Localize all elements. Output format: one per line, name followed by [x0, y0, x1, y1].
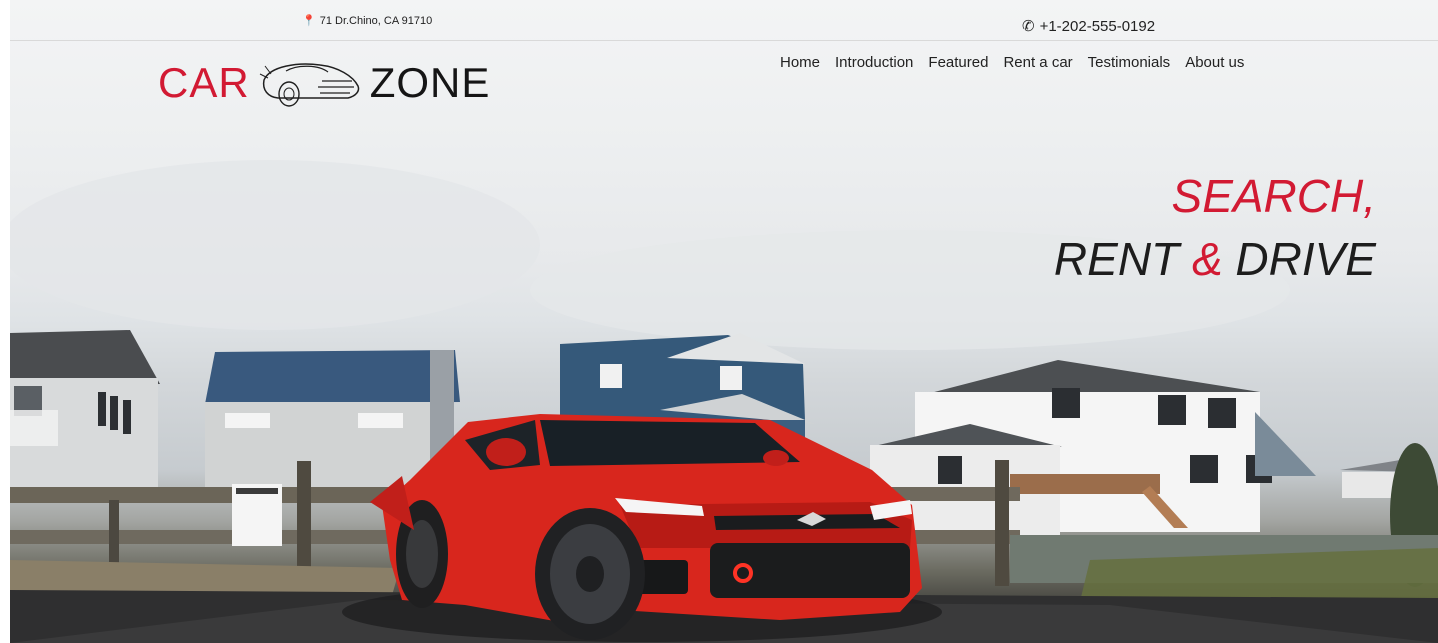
nav-item-rent-a-car[interactable]: Rent a car — [1003, 54, 1072, 71]
brand-word-zone: ZONE — [369, 59, 491, 106]
phone-text[interactable]: +1-202-555-0192 — [1040, 18, 1156, 35]
hero-ampersand: & — [1191, 233, 1223, 285]
nav-item-featured[interactable]: Featured — [928, 54, 988, 71]
top-info-bar: 📍 71 Dr.Chino, CA 91710 ✆ +1-202-555-0192 — [10, 0, 1438, 41]
address-block: 📍 71 Dr.Chino, CA 91710 — [302, 14, 432, 27]
nav-item-home[interactable]: Home — [780, 54, 820, 71]
phone-block[interactable]: ✆ +1-202-555-0192 — [1022, 17, 1155, 35]
nav-item-testimonials[interactable]: Testimonials — [1088, 54, 1171, 71]
main-navigation: Home Introduction Featured Rent a car Te… — [780, 54, 1244, 71]
hero-word-drive: DRIVE — [1235, 233, 1376, 285]
brand-logo[interactable]: CAR ZONE — [158, 56, 490, 110]
map-pin-icon: 📍 — [302, 15, 316, 27]
hero-line-search: SEARCH, — [1171, 170, 1376, 222]
nav-item-introduction[interactable]: Introduction — [835, 54, 913, 71]
hero-line-rent-drive: RENT & DRIVE — [1054, 228, 1376, 291]
page-frame: 📍 71 Dr.Chino, CA 91710 ✆ +1-202-555-0192 … — [10, 0, 1438, 643]
nav-item-about-us[interactable]: About us — [1185, 54, 1244, 71]
hero-heading: SEARCH, RENT & DRIVE — [1054, 165, 1376, 291]
car-outline-logo-icon — [259, 63, 359, 107]
hero-word-rent: RENT — [1053, 233, 1180, 285]
brand-word-car: CAR — [158, 59, 250, 106]
address-text: 71 Dr.Chino, CA 91710 — [319, 15, 433, 27]
phone-icon: ✆ — [1022, 18, 1035, 35]
